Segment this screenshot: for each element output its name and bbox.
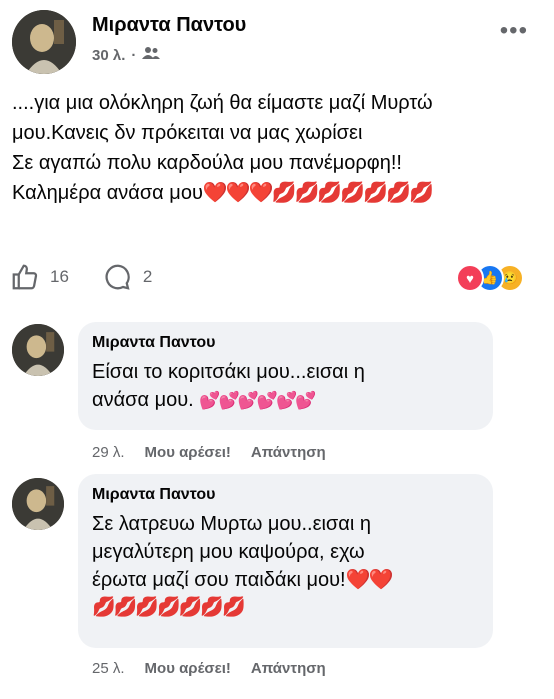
- comment-time[interactable]: 25 λ.: [92, 660, 125, 677]
- comment-text: Σε λατρευω Μυρτω μου..εισαι η μεγαλύτερη…: [92, 510, 479, 622]
- comment-avatar[interactable]: [12, 324, 64, 376]
- meta-separator: ·: [131, 46, 137, 64]
- love-reaction-icon: ♥: [456, 264, 484, 292]
- comment-icon: [105, 264, 130, 290]
- post-line-4-text: Καλημέρα ανάσα μου: [12, 182, 203, 204]
- comment-button[interactable]: 2: [103, 262, 152, 292]
- post-line-1: ....για μια ολόκληρη ζωή θα είμαστε μαζί…: [12, 92, 433, 114]
- post-text: ....για μια ολόκληρη ζωή θα είμαστε μαζί…: [12, 88, 542, 208]
- comment-line: μεγαλύτερη μου καψούρα, εχω: [92, 541, 365, 563]
- more-options-icon[interactable]: •••: [500, 19, 528, 43]
- post-time[interactable]: 30 λ.: [92, 47, 125, 64]
- like-icon: [12, 264, 38, 290]
- comment-line: έρωτα μαζί σου παιδάκι μου!❤️❤️: [92, 569, 394, 591]
- comment-count: 2: [142, 267, 153, 286]
- post-emojis: ❤️❤️❤️💋💋💋💋💋💋💋: [202, 182, 434, 204]
- comment-line: Σε λατρευω Μυρτω μου..εισαι η: [92, 513, 371, 535]
- comment-bubble: Μιραντα Παντου Σε λατρευω Μυρτω μου..εισ…: [78, 474, 493, 648]
- post-line-3: Σε αγαπώ πολυ καρδούλα μου πανέμορφη!!: [12, 152, 402, 174]
- comment-author[interactable]: Μιραντα Παντου: [92, 334, 479, 352]
- comment-like-button[interactable]: Μου αρέσει!: [145, 444, 231, 461]
- comment-like-button[interactable]: Μου αρέσει!: [145, 660, 231, 677]
- comment-bubble: Μιραντα Παντου Είσαι το κοριτσάκι μου...…: [78, 322, 493, 430]
- post-line-2: μου.Κανεις δν πρόκειται να μας χωρίσει: [12, 122, 363, 144]
- comment-line: Είσαι το κοριτσάκι μου...εισαι η: [92, 361, 365, 383]
- like-count: 16: [50, 267, 69, 286]
- comment-meta: 29 λ. Μου αρέσει! Απάντηση: [92, 444, 326, 461]
- post-actions: 16 2: [10, 262, 186, 292]
- post-author-name[interactable]: Μιραντα Παντου: [92, 14, 246, 37]
- comment-meta: 25 λ. Μου αρέσει! Απάντηση: [92, 660, 326, 677]
- friends-icon[interactable]: [142, 46, 161, 64]
- comment-emojis: 💕💕💕💕💕💕: [199, 391, 316, 410]
- comment-emojis: ❤️❤️: [345, 569, 394, 591]
- comment-avatar[interactable]: [12, 478, 64, 530]
- comment-reply-button[interactable]: Απάντηση: [251, 660, 326, 677]
- comment-author[interactable]: Μιραντα Παντου: [92, 486, 479, 504]
- like-button[interactable]: 16: [10, 262, 69, 292]
- reaction-summary[interactable]: ♥ 👍 😢: [456, 264, 526, 292]
- post-line-4: Καλημέρα ανάσα μου❤️❤️❤️💋💋💋💋💋💋💋: [12, 178, 542, 208]
- post-meta: 30 λ. ·: [92, 46, 161, 64]
- comment-time[interactable]: 29 λ.: [92, 444, 125, 461]
- post-avatar[interactable]: [12, 10, 76, 74]
- comment-emojis: 💋💋💋💋💋💋💋: [92, 597, 246, 618]
- comment-reply-button[interactable]: Απάντηση: [251, 444, 326, 461]
- comment-line: ανάσα μου. 💕💕💕💕💕💕: [92, 389, 316, 411]
- comment-text: Είσαι το κοριτσάκι μου...εισαι η ανάσα μ…: [92, 358, 479, 415]
